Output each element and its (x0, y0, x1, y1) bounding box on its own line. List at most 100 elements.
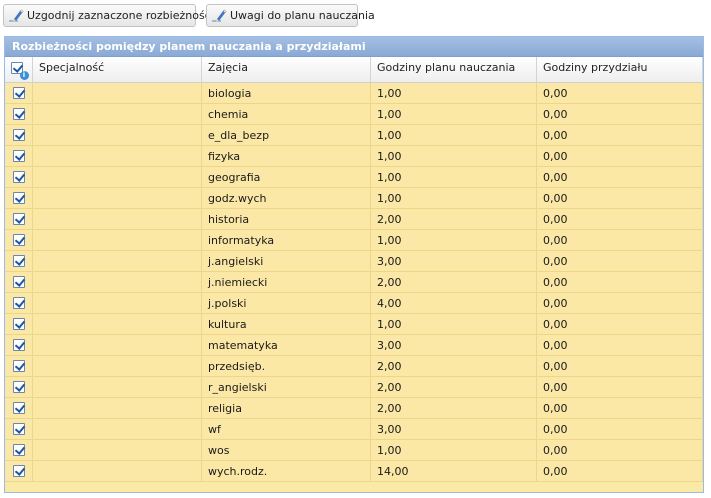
row-checkbox[interactable] (12, 192, 25, 204)
row-checkbox[interactable] (12, 402, 25, 414)
cell-specjalnosc (33, 188, 202, 208)
row-checkbox[interactable] (12, 171, 25, 183)
row-select-cell[interactable] (5, 209, 33, 229)
row-select-cell[interactable] (5, 461, 33, 481)
eraser-pencil-icon (8, 8, 24, 24)
cell-plan-hours: 1,00 (371, 146, 537, 166)
cell-specjalnosc (33, 146, 202, 166)
cell-assigned-hours: 0,00 (537, 377, 703, 397)
column-header-assigned-hours[interactable]: Godziny przydziału (537, 57, 703, 82)
row-checkbox[interactable] (12, 150, 25, 162)
row-select-cell[interactable] (5, 293, 33, 313)
cell-plan-hours: 4,00 (371, 293, 537, 313)
cell-plan-hours: 3,00 (371, 335, 537, 355)
row-checkbox[interactable] (12, 108, 25, 120)
cell-zajecia: religia (202, 398, 371, 418)
table-row[interactable]: kultura 1,00 0,00 (5, 314, 703, 335)
row-select-cell[interactable] (5, 272, 33, 292)
row-checkbox[interactable] (12, 423, 25, 435)
table-row[interactable]: wf 3,00 0,00 (5, 419, 703, 440)
row-select-cell[interactable] (5, 146, 33, 166)
cell-zajecia: godz.wych (202, 188, 371, 208)
table-row[interactable]: j.niemiecki 2,00 0,00 (5, 272, 703, 293)
row-checkbox[interactable] (12, 234, 25, 246)
row-checkbox[interactable] (12, 318, 25, 330)
cell-zajecia: matematyka (202, 335, 371, 355)
table-row[interactable]: j.polski 4,00 0,00 (5, 293, 703, 314)
table-row[interactable]: r_angielski 2,00 0,00 (5, 377, 703, 398)
cell-specjalnosc (33, 335, 202, 355)
table-row[interactable]: fizyka 1,00 0,00 (5, 146, 703, 167)
table-row[interactable]: przedsięb. 2,00 0,00 (5, 356, 703, 377)
cell-assigned-hours: 0,00 (537, 146, 703, 166)
cell-assigned-hours: 0,00 (537, 230, 703, 250)
row-checkbox[interactable] (12, 381, 25, 393)
table-row[interactable]: religia 2,00 0,00 (5, 398, 703, 419)
row-select-cell[interactable] (5, 251, 33, 271)
row-select-cell[interactable] (5, 104, 33, 124)
row-select-cell[interactable] (5, 167, 33, 187)
cell-zajecia: r_angielski (202, 377, 371, 397)
table-row[interactable]: e_dla_bezp 1,00 0,00 (5, 125, 703, 146)
row-select-cell[interactable] (5, 125, 33, 145)
table-row[interactable]: historia 2,00 0,00 (5, 209, 703, 230)
cell-zajecia: j.polski (202, 293, 371, 313)
row-select-cell[interactable] (5, 230, 33, 250)
panel-title: Rozbieżności pomiędzy planem nauczania a… (5, 37, 703, 57)
row-checkbox[interactable] (12, 276, 25, 288)
cell-zajecia: e_dla_bezp (202, 125, 371, 145)
plan-notes-button[interactable]: Uwagi do planu nauczania (206, 4, 375, 27)
cell-assigned-hours: 0,00 (537, 293, 703, 313)
cell-plan-hours: 2,00 (371, 356, 537, 376)
row-checkbox[interactable] (12, 360, 25, 372)
row-checkbox[interactable] (12, 297, 25, 309)
cell-assigned-hours: 0,00 (537, 167, 703, 187)
cell-zajecia: wos (202, 440, 371, 460)
select-all-checkbox-icon[interactable]: i (10, 61, 29, 80)
cell-assigned-hours: 0,00 (537, 440, 703, 460)
reconcile-selected-button[interactable]: Uzgodnij zaznaczone rozbieżności (3, 4, 214, 27)
select-all-header[interactable]: i (5, 57, 33, 82)
column-header-specjalnosc[interactable]: Specjalność (33, 57, 202, 82)
cell-zajecia: fizyka (202, 146, 371, 166)
row-checkbox[interactable] (12, 255, 25, 267)
table-row[interactable]: biologia 1,00 0,00 (5, 83, 703, 104)
table-row[interactable]: geografia 1,00 0,00 (5, 167, 703, 188)
reconcile-selected-label: Uzgodnij zaznaczone rozbieżności (27, 9, 214, 22)
row-select-cell[interactable] (5, 335, 33, 355)
row-checkbox[interactable] (12, 87, 25, 99)
table-row[interactable]: j.angielski 3,00 0,00 (5, 251, 703, 272)
cell-zajecia: historia (202, 209, 371, 229)
grid-header: i Specjalność Zajęcia Godziny planu nauc… (5, 57, 703, 83)
row-checkbox[interactable] (12, 465, 25, 477)
cell-specjalnosc (33, 209, 202, 229)
row-checkbox[interactable] (12, 129, 25, 141)
row-select-cell[interactable] (5, 419, 33, 439)
cell-zajecia: przedsięb. (202, 356, 371, 376)
row-checkbox[interactable] (12, 339, 25, 351)
cell-specjalnosc (33, 251, 202, 271)
row-select-cell[interactable] (5, 188, 33, 208)
row-select-cell[interactable] (5, 356, 33, 376)
row-select-cell[interactable] (5, 440, 33, 460)
column-header-plan-hours[interactable]: Godziny planu nauczania (371, 57, 537, 82)
row-checkbox[interactable] (12, 213, 25, 225)
cell-zajecia: informatyka (202, 230, 371, 250)
table-row[interactable]: informatyka 1,00 0,00 (5, 230, 703, 251)
table-row[interactable]: wos 1,00 0,00 (5, 440, 703, 461)
row-select-cell[interactable] (5, 377, 33, 397)
cell-specjalnosc (33, 314, 202, 334)
table-row[interactable]: chemia 1,00 0,00 (5, 104, 703, 125)
row-select-cell[interactable] (5, 314, 33, 334)
cell-specjalnosc (33, 440, 202, 460)
table-row[interactable]: godz.wych 1,00 0,00 (5, 188, 703, 209)
row-checkbox[interactable] (12, 444, 25, 456)
cell-plan-hours: 3,00 (371, 419, 537, 439)
table-row[interactable]: wych.rodz. 14,00 0,00 (5, 461, 703, 482)
row-select-cell[interactable] (5, 398, 33, 418)
cell-plan-hours: 1,00 (371, 314, 537, 334)
row-select-cell[interactable] (5, 83, 33, 103)
column-header-zajecia[interactable]: Zajęcia (202, 57, 371, 82)
table-row[interactable]: matematyka 3,00 0,00 (5, 335, 703, 356)
cell-plan-hours: 1,00 (371, 188, 537, 208)
